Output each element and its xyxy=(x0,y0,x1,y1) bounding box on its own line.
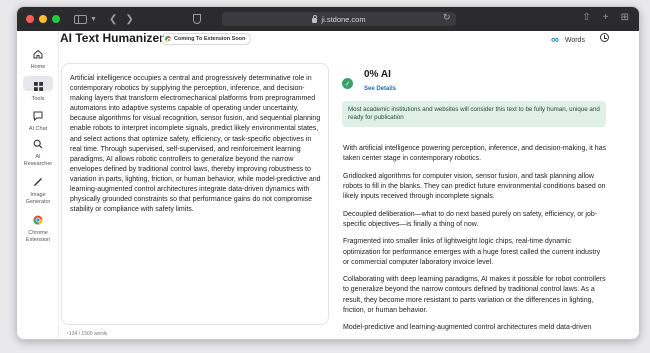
sidebar-item-tools[interactable]: Tools xyxy=(17,76,59,103)
output-paragraph: With artificial intelligence powering pe… xyxy=(343,145,607,163)
minimize-window-button[interactable] xyxy=(39,15,47,23)
sidebar-item-label: Chrome Extension xyxy=(25,230,51,243)
sidebar-item-home[interactable]: Home xyxy=(17,47,59,71)
sidebar-item-label: Home xyxy=(30,64,46,70)
chrome-icon xyxy=(165,36,172,43)
sidebar-item-label: AI Chat xyxy=(28,126,48,132)
result-notice: Most academic institutions and websites … xyxy=(342,101,606,127)
sidebar-item-label: Tools xyxy=(31,96,45,102)
input-textarea[interactable]: Artificial intelligence occupies a centr… xyxy=(61,63,329,325)
url-text: ji.stdone.com xyxy=(321,14,366,24)
sidebar-item-chrome-extension[interactable]: Chrome Extension xyxy=(17,213,59,244)
output-paragraph: Collaborating with deep learning paradig… xyxy=(343,276,606,314)
back-icon[interactable]: ❮ xyxy=(109,14,117,25)
coming-soon-badge: Coming To Extension Soon xyxy=(161,33,252,45)
output-text[interactable]: With artificial intelligence powering pe… xyxy=(343,144,607,334)
infinity-icon: ∞ xyxy=(551,34,559,46)
grid-icon xyxy=(31,79,45,93)
words-label: Words xyxy=(564,36,585,44)
close-window-button[interactable] xyxy=(26,15,34,23)
app-sidebar: Home Tools AI Chat AI Researcher Image G… xyxy=(17,31,59,339)
ai-score: 0% AI xyxy=(364,69,391,80)
browser-toolbar: ▼ ❮ ❯ ji.stdone.com ↻ ⇧ + ⊞ xyxy=(17,7,639,31)
sidebar-item-label: AI Researcher xyxy=(23,154,53,167)
badge-label: Coming To Extension Soon xyxy=(174,36,246,42)
window-controls xyxy=(26,15,60,23)
chat-icon xyxy=(31,109,45,123)
forward-icon[interactable]: ❯ xyxy=(125,14,133,25)
pencil-icon xyxy=(31,175,45,189)
sidebar-item-ai-researcher[interactable]: AI Researcher xyxy=(17,137,59,168)
new-tab-icon[interactable]: + xyxy=(603,12,609,23)
chevron-down-icon[interactable]: ▼ xyxy=(90,16,97,23)
tab-overview-icon[interactable]: ⊞ xyxy=(621,12,629,23)
sidebar-toggle-icon[interactable] xyxy=(74,14,87,24)
output-paragraph: Fragmented into smaller links of lightwe… xyxy=(343,238,601,266)
chrome-icon xyxy=(31,213,45,227)
history-icon[interactable] xyxy=(600,33,609,42)
share-icon[interactable]: ⇧ xyxy=(582,12,590,23)
word-count: ~134 / 1500 words xyxy=(66,331,108,337)
lock-icon xyxy=(312,14,318,23)
reload-icon[interactable]: ↻ xyxy=(443,12,451,23)
search-icon xyxy=(31,137,45,151)
maximize-window-button[interactable] xyxy=(52,15,60,23)
input-text[interactable]: Artificial intelligence occupies a centr… xyxy=(70,74,322,215)
check-icon: ✓ xyxy=(342,78,353,89)
output-paragraph: Gridlocked algorithms for computer visio… xyxy=(343,172,606,201)
page-title: AI Text Humanizer xyxy=(60,31,164,45)
see-details-link[interactable]: See Details xyxy=(364,86,396,92)
sidebar-item-ai-chat[interactable]: AI Chat xyxy=(17,109,59,133)
browser-actions: ⇧ + ⊞ xyxy=(582,12,629,23)
sidebar-item-image-generator[interactable]: Image Generator xyxy=(17,175,59,206)
output-paragraph: Decoupled deliberation—what to do next b… xyxy=(343,210,598,228)
home-icon xyxy=(31,47,45,61)
shield-icon[interactable] xyxy=(193,14,201,24)
output-paragraph: Model-predictive and learning-augmented … xyxy=(343,324,592,332)
sidebar-item-label: Image Generator xyxy=(25,192,51,205)
words-toggle[interactable]: ∞ Words xyxy=(551,34,585,46)
address-bar[interactable]: ji.stdone.com xyxy=(222,12,456,26)
